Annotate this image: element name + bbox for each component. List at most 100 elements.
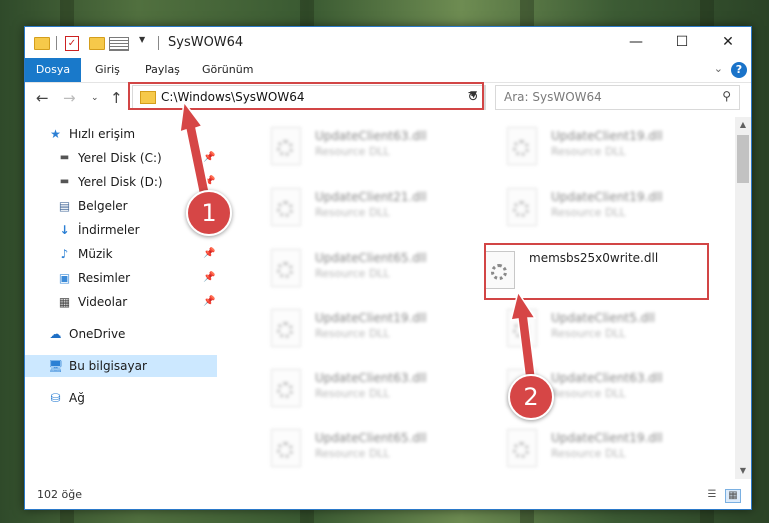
drive-icon: ▬ xyxy=(59,152,70,163)
minimize-button[interactable]: — xyxy=(613,27,659,58)
maximize-button[interactable]: ☐ xyxy=(659,27,705,58)
sidebar-item-label: Belgeler xyxy=(78,199,128,213)
file-name: UpdateClient19.dll xyxy=(551,129,663,143)
dll-file-icon xyxy=(271,127,301,165)
tab-dosya[interactable]: Dosya xyxy=(25,58,81,82)
up-arrow-icon[interactable]: ↑ xyxy=(110,89,123,107)
pin-icon[interactable]: 📌 xyxy=(203,267,215,289)
item-count: 102 öğe xyxy=(37,488,82,501)
file-type: Resource DLL xyxy=(315,206,390,219)
properties-check-icon[interactable]: ✓ xyxy=(65,36,79,51)
sidebar-item-videos[interactable]: ▦ Videolar 📌 xyxy=(25,291,217,313)
details-view-icon[interactable]: ☰ xyxy=(705,489,719,501)
sidebar-item-local-disk-d[interactable]: ▬ Yerel Disk (D:) 📌 xyxy=(25,171,217,193)
computer-icon: 🖥 xyxy=(48,359,64,373)
quick-access-dropdown-icon[interactable]: ▼ xyxy=(139,35,145,51)
dll-file-icon xyxy=(271,369,301,407)
sidebar-item-label: Resimler xyxy=(78,271,131,285)
sidebar-item-network[interactable]: ⛁ Ağ xyxy=(25,387,217,409)
sidebar-item-label: Ağ xyxy=(69,391,85,405)
back-arrow-icon[interactable]: ← xyxy=(36,89,49,107)
tab-gorunum[interactable]: Görünüm xyxy=(202,58,253,82)
scroll-down-icon[interactable]: ▼ xyxy=(735,463,751,479)
file-type: Resource DLL xyxy=(551,327,626,340)
file-type: Resource DLL xyxy=(315,387,390,400)
file-item[interactable]: UpdateClient19.dll Resource DLL xyxy=(485,121,705,167)
sidebar-item-label: Bu bilgisayar xyxy=(69,359,147,373)
vertical-scrollbar[interactable]: ▲ ▼ xyxy=(735,117,751,479)
download-arrow-icon: ↓ xyxy=(59,223,70,237)
tab-giris[interactable]: Giriş xyxy=(95,58,120,82)
file-name: UpdateClient65.dll xyxy=(315,431,427,445)
scroll-thumb[interactable] xyxy=(737,135,749,183)
file-type: Resource DLL xyxy=(551,447,626,460)
help-icon[interactable]: ? xyxy=(731,62,747,78)
search-icon[interactable]: ⚲ xyxy=(722,89,731,103)
sidebar-item-local-disk-c[interactable]: ▬ Yerel Disk (C:) 📌 xyxy=(25,147,217,169)
customize-toolbar-icon[interactable] xyxy=(109,37,129,51)
pin-icon[interactable]: 📌 xyxy=(203,243,215,265)
close-button[interactable]: ✕ xyxy=(705,27,751,58)
sidebar-item-label: Yerel Disk (D:) xyxy=(78,175,163,189)
file-item[interactable]: UpdateClient63.dll Resource DLL xyxy=(249,363,469,409)
file-item[interactable]: UpdateClient19.dll Resource DLL xyxy=(249,303,469,349)
expand-ribbon-icon[interactable]: ⌄ xyxy=(714,62,723,75)
large-icons-view-icon[interactable]: ▦ xyxy=(725,489,741,503)
sidebar-item-label: Videolar xyxy=(78,295,128,309)
file-name: UpdateClient63.dll xyxy=(315,129,427,143)
file-type: Resource DLL xyxy=(315,267,390,280)
search-input[interactable]: Ara: SysWOW64 ⚲ xyxy=(495,85,740,110)
file-type: Resource DLL xyxy=(315,145,390,158)
picture-icon: ▣ xyxy=(58,271,71,285)
file-name: UpdateClient65.dll xyxy=(315,251,427,265)
sidebar-item-music[interactable]: ♪ Müzik 📌 xyxy=(25,243,217,265)
pin-icon[interactable]: 📌 xyxy=(203,291,215,313)
navigation-pane: ★ Hızlı erişim ▬ Yerel Disk (C:) 📌 ▬ Yer… xyxy=(25,123,217,478)
file-name: UpdateClient19.dll xyxy=(551,190,663,204)
scroll-up-icon[interactable]: ▲ xyxy=(735,117,751,133)
dll-file-icon xyxy=(507,309,537,347)
sidebar-item-pictures[interactable]: ▣ Resimler 📌 xyxy=(25,267,217,289)
film-icon: ▦ xyxy=(58,295,71,309)
window-title: SysWOW64 xyxy=(168,35,244,50)
address-highlight-box xyxy=(128,82,484,110)
tab-paylas[interactable]: Paylaş xyxy=(145,58,180,82)
sidebar-item-label: İndirmeler xyxy=(78,223,140,237)
file-type: Resource DLL xyxy=(551,206,626,219)
recent-locations-icon[interactable]: ⌄ xyxy=(91,93,99,103)
file-item[interactable]: UpdateClient65.dll Resource DLL xyxy=(249,243,469,289)
sidebar-item-label: Hızlı erişim xyxy=(69,127,136,141)
forward-arrow-icon[interactable]: → xyxy=(63,89,76,107)
dll-file-icon xyxy=(507,127,537,165)
file-item[interactable]: UpdateClient19.dll Resource DLL xyxy=(485,182,705,228)
sidebar-item-label: Müzik xyxy=(78,247,113,261)
sidebar-item-quick-access[interactable]: ★ Hızlı erişim xyxy=(25,123,217,145)
drive-icon: ▬ xyxy=(59,176,70,187)
file-name: UpdateClient63.dll xyxy=(315,371,427,385)
sidebar-item-label: OneDrive xyxy=(69,327,126,341)
step-2-badge: 2 xyxy=(508,374,554,420)
dll-file-icon xyxy=(507,188,537,226)
file-item[interactable]: UpdateClient19.dll Resource DLL xyxy=(485,423,705,469)
file-item[interactable]: UpdateClient21.dll Resource DLL xyxy=(249,182,469,228)
dll-file-icon xyxy=(271,188,301,226)
cloud-icon: ☁ xyxy=(49,327,62,341)
title-bar: ✓ ▼ SysWOW64 — ☐ ✕ xyxy=(25,27,751,58)
new-folder-icon[interactable] xyxy=(89,37,105,50)
music-note-icon: ♪ xyxy=(60,247,69,261)
file-item[interactable]: UpdateClient65.dll Resource DLL xyxy=(249,423,469,469)
file-explorer-window: ✓ ▼ SysWOW64 — ☐ ✕ Dosya Giriş Paylaş Gö… xyxy=(24,26,752,510)
file-name: UpdateClient21.dll xyxy=(315,190,427,204)
file-name: UpdateClient19.dll xyxy=(315,311,427,325)
file-item[interactable]: UpdateClient5.dll Resource DLL xyxy=(485,303,705,349)
file-type: Resource DLL xyxy=(551,145,626,158)
file-item[interactable]: UpdateClient63.dll Resource DLL xyxy=(249,121,469,167)
sidebar-item-this-pc[interactable]: 🖥 Bu bilgisayar xyxy=(25,355,217,377)
sidebar-item-onedrive[interactable]: ☁ OneDrive xyxy=(25,323,217,345)
file-type: Resource DLL xyxy=(315,327,390,340)
dll-file-icon xyxy=(271,249,301,287)
star-icon: ★ xyxy=(50,127,61,141)
pin-icon[interactable]: 📌 xyxy=(203,147,215,169)
step-1-badge: 1 xyxy=(186,190,232,236)
file-highlight-box xyxy=(484,243,709,300)
